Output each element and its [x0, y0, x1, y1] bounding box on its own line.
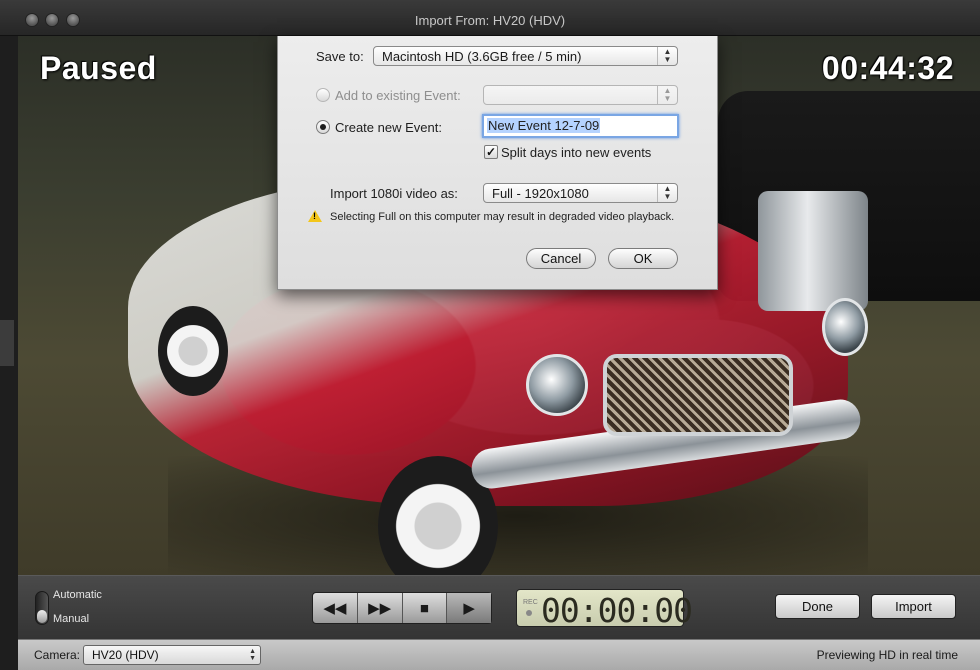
- import-dialog: Save to: Macintosh HD (3.6GB free / 5 mi…: [277, 36, 718, 290]
- popup-arrows-icon: ▲ ▼: [657, 86, 677, 104]
- timecode-display: REC 00:00:00: [516, 589, 693, 630]
- timecode-counter: 00:00:00: [541, 591, 693, 630]
- camera-popup[interactable]: HV20 (HDV) ▲ ▼: [83, 645, 261, 665]
- split-days-checkbox[interactable]: ✓: [484, 145, 498, 159]
- new-event-name-field[interactable]: New Event 12-7-09: [482, 114, 679, 138]
- fast-forward-button[interactable]: ▶▶: [358, 593, 403, 623]
- warning-icon: !: [308, 210, 322, 222]
- popup-arrows-icon: ▲ ▼: [657, 47, 677, 65]
- import-button[interactable]: Import: [871, 594, 956, 619]
- rewind-icon: ◀◀: [323, 600, 347, 617]
- rec-label: REC: [523, 599, 538, 606]
- fast-forward-icon: ▶▶: [368, 600, 392, 617]
- create-new-radio[interactable]: [316, 120, 330, 134]
- done-button[interactable]: Done: [775, 594, 860, 619]
- status-bar: Camera: HV20 (HDV) ▲ ▼ Previewing HD in r…: [18, 639, 980, 670]
- import-format-label: Import 1080i video as:: [330, 186, 458, 201]
- ok-button[interactable]: OK: [608, 248, 678, 269]
- rear-wheel: [158, 306, 228, 396]
- create-new-label: Create new Event:: [335, 120, 442, 135]
- play-button[interactable]: ▶: [447, 593, 491, 623]
- new-event-name-text: New Event 12-7-09: [487, 118, 601, 133]
- window-title: Import From: HV20 (HDV): [414, 13, 566, 28]
- title-bar[interactable]: Import From: HV20 (HDV): [0, 0, 980, 36]
- mode-automatic-label: Automatic: [53, 589, 102, 601]
- add-existing-label: Add to existing Event:: [335, 88, 461, 103]
- stop-button[interactable]: ■: [403, 593, 448, 623]
- save-to-value: Macintosh HD (3.6GB free / 5 min): [382, 49, 582, 64]
- import-controls-bar: Automatic Manual ◀◀ ▶▶ ■ ▶ REC 00:00:00 …: [18, 575, 980, 639]
- popup-arrows-icon: ▲ ▼: [249, 648, 256, 662]
- split-days-label: Split days into new events: [501, 145, 652, 160]
- save-to-label: Save to:: [316, 49, 364, 64]
- camera-value: HV20 (HDV): [92, 648, 159, 662]
- car-grille: [603, 354, 793, 436]
- transport-controls: ◀◀ ▶▶ ■ ▶: [312, 592, 492, 624]
- camera-label: Camera:: [34, 648, 81, 662]
- stop-icon: ■: [419, 599, 429, 617]
- existing-event-popup[interactable]: ▲ ▼: [483, 85, 678, 105]
- import-format-value: Full - 1920x1080: [492, 186, 589, 201]
- window-left-edge: [0, 36, 18, 670]
- left-headlight: [526, 354, 588, 416]
- video-timecode: 00:44:32: [821, 50, 954, 86]
- automatic-manual-switch[interactable]: [35, 591, 49, 625]
- right-headlight: [822, 298, 868, 356]
- cancel-button[interactable]: Cancel: [526, 248, 596, 269]
- mode-manual-label: Manual: [53, 613, 90, 625]
- add-existing-radio[interactable]: [316, 88, 330, 102]
- rec-indicator-icon: [526, 610, 532, 616]
- play-icon: ▶: [463, 600, 475, 617]
- import-window: Import From: HV20 (HDV) Paused 00:44:32 …: [0, 0, 980, 670]
- save-to-popup[interactable]: Macintosh HD (3.6GB free / 5 min) ▲ ▼: [373, 46, 678, 66]
- warning-message: Selecting Full on this computer may resu…: [330, 211, 675, 223]
- playback-status: Paused: [40, 50, 157, 86]
- trash-can: [758, 191, 868, 311]
- status-message: Previewing HD in real time: [816, 648, 958, 662]
- import-format-popup[interactable]: Full - 1920x1080 ▲ ▼: [483, 183, 678, 203]
- popup-arrows-icon: ▲ ▼: [657, 184, 677, 202]
- rewind-button[interactable]: ◀◀: [313, 593, 358, 623]
